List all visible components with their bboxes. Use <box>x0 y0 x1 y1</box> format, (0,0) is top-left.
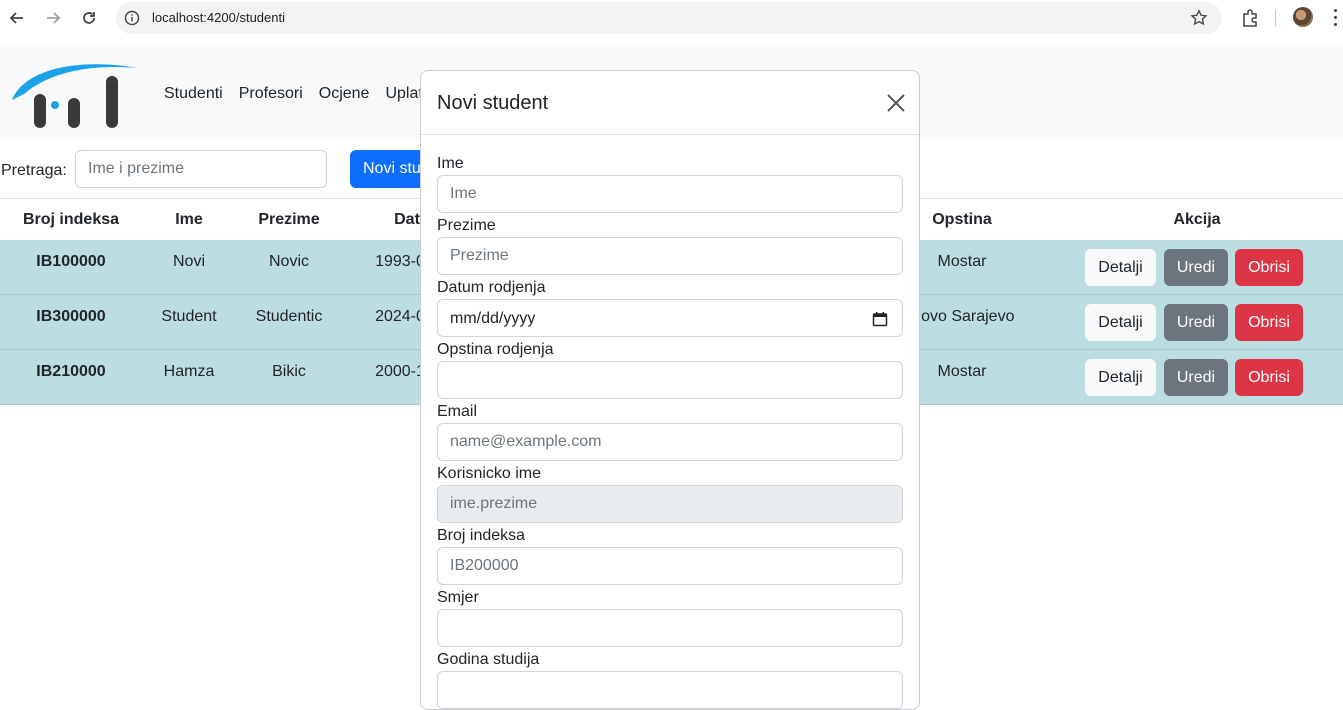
indeks-input[interactable] <box>437 547 903 585</box>
col-datum: Dat <box>394 211 420 228</box>
new-student-modal: Novi student Ime Prezime Datum rodjenja … <box>420 70 920 710</box>
browser-toolbar: localhost:4200/studenti <box>0 0 1343 36</box>
cell-prezime: Bikic <box>272 363 306 380</box>
edit-button[interactable]: Uredi <box>1164 249 1228 286</box>
cell-prezime: Studentic <box>255 308 323 325</box>
col-akcija: Akcija <box>1173 211 1221 228</box>
cell-index: IB210000 <box>36 363 106 380</box>
forward-arrow-icon[interactable] <box>41 6 65 30</box>
cell-datum: 2024-0 <box>375 308 425 325</box>
datum-placeholder: mm/dd/yyyy <box>450 310 536 327</box>
cell-index: IB100000 <box>36 253 106 270</box>
search-label: Pretraga: <box>1 162 67 179</box>
address-bar[interactable]: localhost:4200/studenti <box>116 2 1222 34</box>
calendar-icon[interactable] <box>872 311 888 327</box>
cell-datum: 1993-0 <box>375 253 425 270</box>
details-button[interactable]: Detalji <box>1085 359 1156 396</box>
site-info-icon[interactable] <box>124 10 140 26</box>
nav-uplate[interactable]: Uplat <box>385 85 422 103</box>
col-prezime: Prezime <box>258 211 320 228</box>
reload-icon[interactable] <box>77 6 101 30</box>
details-button[interactable]: Detalji <box>1085 249 1156 286</box>
cell-ime: Hamza <box>163 363 215 380</box>
fit-logo <box>12 64 138 128</box>
profile-avatar[interactable] <box>1293 7 1313 27</box>
opstina-input[interactable] <box>437 361 903 399</box>
col-broj-indeksa: Broj indeksa <box>22 211 120 228</box>
bookmark-star-icon[interactable] <box>1190 9 1208 27</box>
cell-prezime: Novic <box>268 253 310 270</box>
nav-ocjene[interactable]: Ocjene <box>319 85 370 103</box>
nav-profesori[interactable]: Profesori <box>239 85 303 103</box>
smjer-label: Smjer <box>437 589 479 606</box>
toolbar-divider <box>1275 10 1276 26</box>
email-label: Email <box>437 403 478 420</box>
smjer-input[interactable] <box>437 609 903 647</box>
cell-ime: Novi <box>172 253 206 270</box>
main-nav: Studenti Profesori Ocjene Uplat <box>164 85 423 103</box>
nav-studenti[interactable]: Studenti <box>164 85 223 103</box>
details-button[interactable]: Detalji <box>1085 304 1156 341</box>
cell-ime: Student <box>161 308 217 325</box>
back-arrow-icon[interactable] <box>5 6 29 30</box>
cell-opstina: Mostar <box>937 363 987 380</box>
url-text: localhost:4200/studenti <box>152 10 285 25</box>
ime-input[interactable] <box>437 175 903 213</box>
cell-index: IB300000 <box>36 308 106 325</box>
cell-opstina: Mostar <box>937 253 987 270</box>
modal-header: Novi student <box>421 71 919 135</box>
modal-title: Novi student <box>437 92 549 114</box>
edit-button[interactable]: Uredi <box>1164 359 1228 396</box>
delete-button[interactable]: Obrisi <box>1235 359 1303 396</box>
prezime-input[interactable] <box>437 237 903 275</box>
close-icon[interactable] <box>886 93 906 113</box>
korisnicko-label: Korisnicko ime <box>437 465 542 482</box>
korisnicko-input <box>437 485 903 523</box>
godina-input[interactable] <box>437 671 903 709</box>
cell-opstina: Novo Sarajevo <box>909 308 1015 325</box>
extensions-icon[interactable] <box>1240 8 1260 28</box>
godina-label: Godina studija <box>437 651 540 668</box>
col-ime: Ime <box>175 211 203 228</box>
edit-button[interactable]: Uredi <box>1164 304 1228 341</box>
col-opstina: Opstina <box>932 211 992 228</box>
ime-label: Ime <box>437 155 464 172</box>
datum-label: Datum rodjenja <box>437 279 546 296</box>
email-input[interactable] <box>437 423 903 461</box>
delete-button[interactable]: Obrisi <box>1235 304 1303 341</box>
indeks-label: Broj indeksa <box>437 527 526 544</box>
delete-button[interactable]: Obrisi <box>1235 249 1303 286</box>
opstina-label: Opstina rodjenja <box>437 341 554 358</box>
cell-datum: 2000-1 <box>375 363 425 380</box>
datum-input[interactable]: mm/dd/yyyy <box>437 299 903 337</box>
browser-menu-icon[interactable] <box>1334 9 1338 27</box>
search-input[interactable] <box>75 150 327 188</box>
prezime-label: Prezime <box>437 217 496 234</box>
